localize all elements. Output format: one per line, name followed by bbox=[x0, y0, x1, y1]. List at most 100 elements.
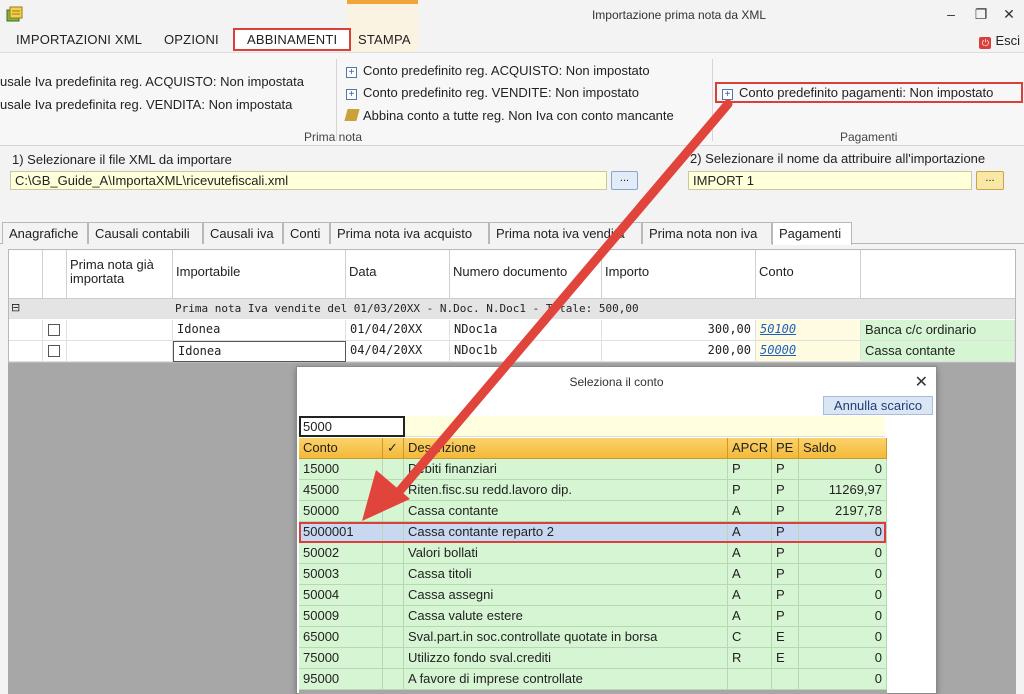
account-row[interactable]: 50002 Valori bollati A P 0 bbox=[299, 543, 887, 564]
account-row[interactable]: 50000 Cassa contante A P 2197,78 bbox=[299, 501, 887, 522]
account-descrizione: Cassa contante bbox=[404, 501, 728, 522]
row-importabile: Idonea bbox=[173, 320, 346, 341]
tab-prima-nota-iva-vendita[interactable]: Prima nota iva vendita bbox=[489, 222, 642, 244]
account-row[interactable]: 50009 Cassa valute estere A P 0 bbox=[299, 606, 887, 627]
account-saldo: 11269,97 bbox=[799, 480, 887, 501]
account-row[interactable]: 15000 Debiti finanziari P P 0 bbox=[299, 459, 887, 480]
account-check bbox=[383, 501, 404, 522]
row-checkbox[interactable] bbox=[48, 324, 60, 336]
column-header-importabile[interactable]: Importabile bbox=[173, 250, 346, 298]
annulla-scarico-button[interactable]: Annulla scarico bbox=[823, 396, 933, 415]
column-header-importo[interactable]: Importo bbox=[602, 250, 756, 298]
conto-acquisto-button[interactable]: + Conto predefinito reg. ACQUISTO: Non im… bbox=[346, 63, 650, 78]
account-saldo: 0 bbox=[799, 585, 887, 606]
account-conto: 50003 bbox=[299, 564, 383, 585]
account-descrizione: Riten.fisc.su redd.lavoro dip. bbox=[404, 480, 728, 501]
close-button[interactable]: ✕ bbox=[998, 4, 1020, 24]
import-name-label: 2) Selezionare il nome da attribuire all… bbox=[690, 151, 986, 166]
account-row[interactable]: 50004 Cassa assegni A P 0 bbox=[299, 585, 887, 606]
tab-prima-nota-non-iva[interactable]: Prima nota non iva bbox=[642, 222, 772, 244]
account-pe: P bbox=[772, 459, 799, 480]
conto-vendite-button[interactable]: + Conto predefinito reg. VENDITE: Non imp… bbox=[346, 85, 639, 100]
window-title: Importazione prima nota da XML bbox=[591, 8, 767, 22]
ribbon: usale Iva predefinita reg. ACQUISTO: Non… bbox=[0, 52, 1024, 146]
account-descrizione: Debiti finanziari bbox=[404, 459, 728, 480]
causale-acquisto-setting[interactable]: usale Iva predefinita reg. ACQUISTO: Non… bbox=[0, 74, 304, 89]
row-data: 01/04/20XX bbox=[346, 320, 450, 341]
title-bar: Importazione prima nota da XML – ❐ ✕ bbox=[0, 0, 1024, 30]
account-pe: P bbox=[772, 585, 799, 606]
tab-causali-iva[interactable]: Causali iva bbox=[203, 222, 283, 244]
tab-pagamenti[interactable]: Pagamenti bbox=[772, 222, 852, 245]
tab-causali-contabili[interactable]: Causali contabili bbox=[88, 222, 203, 244]
row-conto-descrizione: Cassa contante bbox=[861, 341, 1015, 362]
column-header-numero-documento[interactable]: Numero documento bbox=[450, 250, 602, 298]
tab-conti[interactable]: Conti bbox=[283, 222, 330, 244]
dialog-close-icon[interactable]: ✕ bbox=[915, 372, 928, 392]
account-saldo: 0 bbox=[799, 459, 887, 480]
column-header-apcr[interactable]: APCR bbox=[728, 438, 772, 459]
column-header-pe[interactable]: PE bbox=[772, 438, 799, 459]
column-header-check[interactable]: ✓ bbox=[383, 438, 404, 459]
menu-opzioni[interactable]: OPZIONI bbox=[164, 32, 219, 47]
import-name-input[interactable]: IMPORT 1 bbox=[688, 171, 972, 190]
menu-abbinamenti[interactable]: ABBINAMENTI bbox=[233, 28, 352, 51]
row-checkbox[interactable] bbox=[48, 345, 60, 357]
account-pe bbox=[772, 669, 799, 690]
browse-import-button[interactable]: ... bbox=[976, 171, 1004, 190]
account-apcr: A bbox=[728, 543, 772, 564]
account-search-input[interactable]: 5000 bbox=[299, 416, 405, 437]
menu-stampa[interactable]: STAMPA bbox=[358, 32, 411, 47]
account-row[interactable]: 5000001 Cassa contante reparto 2AP0 bbox=[299, 522, 887, 543]
account-saldo: 2197,78 bbox=[799, 501, 887, 522]
account-descrizione: Sval.part.in soc.controllate quotate in … bbox=[404, 627, 728, 648]
column-header-data[interactable]: Data bbox=[346, 250, 450, 298]
pagamenti-grid: Prima nota già importata Importabile Dat… bbox=[8, 249, 1016, 363]
exit-label: Esci bbox=[995, 33, 1020, 48]
table-row[interactable]: Idonea 01/04/20XX NDoc1a 300,00 50100 Ba… bbox=[9, 320, 1015, 341]
plus-icon: + bbox=[346, 89, 357, 100]
highlight-selected-account bbox=[299, 522, 886, 543]
row-importabile[interactable]: Idonea bbox=[173, 341, 346, 362]
column-header-conto[interactable]: Conto bbox=[299, 438, 383, 459]
abbina-conto-button[interactable]: Abbina conto a tutte reg. Non Iva con co… bbox=[344, 108, 674, 123]
ribbon-separator bbox=[712, 59, 713, 141]
column-header-saldo[interactable]: Saldo bbox=[799, 438, 887, 459]
row-conto-link[interactable]: 50000 bbox=[760, 343, 796, 357]
account-conto: 50004 bbox=[299, 585, 383, 606]
account-row[interactable]: 65000 Sval.part.in soc.controllate quotat… bbox=[299, 627, 887, 648]
column-header-importata[interactable]: Prima nota già importata bbox=[67, 250, 173, 298]
account-row[interactable]: 45000 Riten.fisc.su redd.lavoro dip. P P 112… bbox=[299, 480, 887, 501]
account-conto: 95000 bbox=[299, 669, 383, 690]
tab-anagrafiche[interactable]: Anagrafiche bbox=[2, 222, 88, 244]
account-apcr: P bbox=[728, 459, 772, 480]
browse-file-button[interactable]: ... bbox=[611, 171, 638, 190]
account-saldo: 0 bbox=[799, 669, 887, 690]
column-header-descrizione[interactable]: Descrizione bbox=[404, 438, 728, 459]
minimize-button[interactable]: – bbox=[940, 4, 962, 24]
account-apcr: C bbox=[728, 627, 772, 648]
group-caption-pagamenti: Pagamenti bbox=[840, 130, 898, 144]
exit-button[interactable]: ⏻ Esci bbox=[979, 33, 1020, 49]
group-row[interactable]: ⊟ Prima nota Iva vendite del 01/03/20XX … bbox=[9, 298, 1015, 319]
account-check bbox=[383, 459, 404, 480]
account-row[interactable]: 75000 Utilizzo fondo sval.crediti R E 0 bbox=[299, 648, 887, 669]
table-row[interactable]: Idonea 04/04/20XX NDoc1b 200,00 50000 Ca… bbox=[9, 341, 1015, 362]
row-numero: NDoc1b bbox=[450, 341, 602, 362]
account-conto: 50000 bbox=[299, 501, 383, 522]
row-conto-link[interactable]: 50100 bbox=[760, 322, 796, 336]
column-header-conto[interactable]: Conto bbox=[756, 250, 861, 298]
causale-vendita-setting[interactable]: usale Iva predefinita reg. VENDITA: Non … bbox=[0, 97, 292, 112]
account-conto: 65000 bbox=[299, 627, 383, 648]
collapse-icon[interactable]: ⊟ bbox=[11, 301, 20, 314]
account-row[interactable]: 50003 Cassa titoli A P 0 bbox=[299, 564, 887, 585]
account-conto: 50009 bbox=[299, 606, 383, 627]
ribbon-separator bbox=[336, 59, 337, 141]
account-row[interactable]: 95000 A favore di imprese controllate 0 bbox=[299, 669, 887, 690]
restore-button[interactable]: ❐ bbox=[970, 4, 992, 24]
filter-bar[interactable] bbox=[405, 416, 885, 437]
tab-prima-nota-iva-acquisto[interactable]: Prima nota iva acquisto bbox=[330, 222, 489, 244]
menu-importazioni-xml[interactable]: IMPORTAZIONI XML bbox=[16, 32, 142, 47]
account-pe: P bbox=[772, 543, 799, 564]
file-path-input[interactable]: C:\GB_Guide_A\ImportaXML\ricevutefiscali… bbox=[10, 171, 607, 190]
